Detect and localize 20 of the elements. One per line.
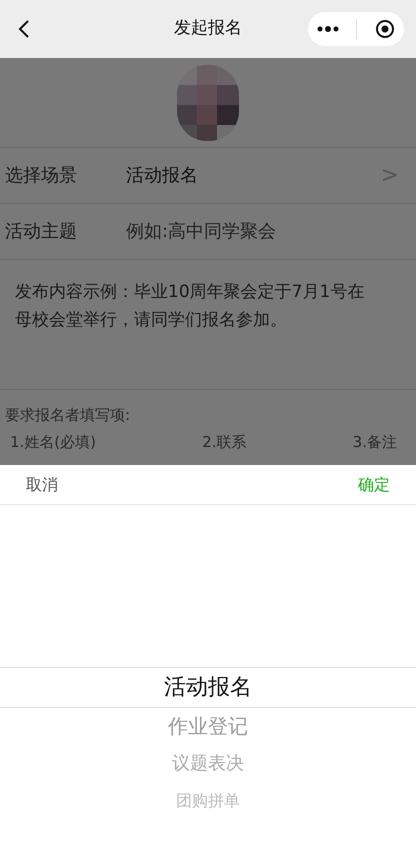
topic-field[interactable]: 例如:高中同学聚会: [126, 218, 411, 245]
field-option: 1.姓名(必填): [10, 430, 96, 453]
confirm-button[interactable]: 确定: [358, 472, 390, 496]
fields-title: 要求报名者填写项:: [5, 405, 132, 426]
more-icon[interactable]: [316, 26, 339, 32]
scene-value[interactable]: 活动报名: [126, 162, 198, 189]
page-title: 发起报名: [174, 17, 242, 40]
chevron: >: [380, 162, 399, 190]
close-icon[interactable]: [375, 19, 396, 39]
picker-option[interactable]: 作业登记: [0, 708, 416, 745]
picker-option[interactable]: 团购拼单: [0, 782, 416, 819]
row-label: 选择场景: [5, 164, 78, 188]
field-option: 3.备注: [352, 430, 397, 453]
field-option: 2.联系: [202, 430, 246, 453]
row-label: 活动主题: [5, 220, 78, 244]
cancel-button[interactable]: 取消: [26, 472, 58, 496]
picker-option[interactable]: 活动报名: [0, 667, 416, 708]
picker-option[interactable]: 议题表决: [0, 745, 416, 782]
back-icon: [18, 19, 30, 39]
content-field[interactable]: 发布内容示例：毕业10周年聚会定于7月1号在母校会堂举行，请同学们报名参加。: [0, 260, 416, 390]
